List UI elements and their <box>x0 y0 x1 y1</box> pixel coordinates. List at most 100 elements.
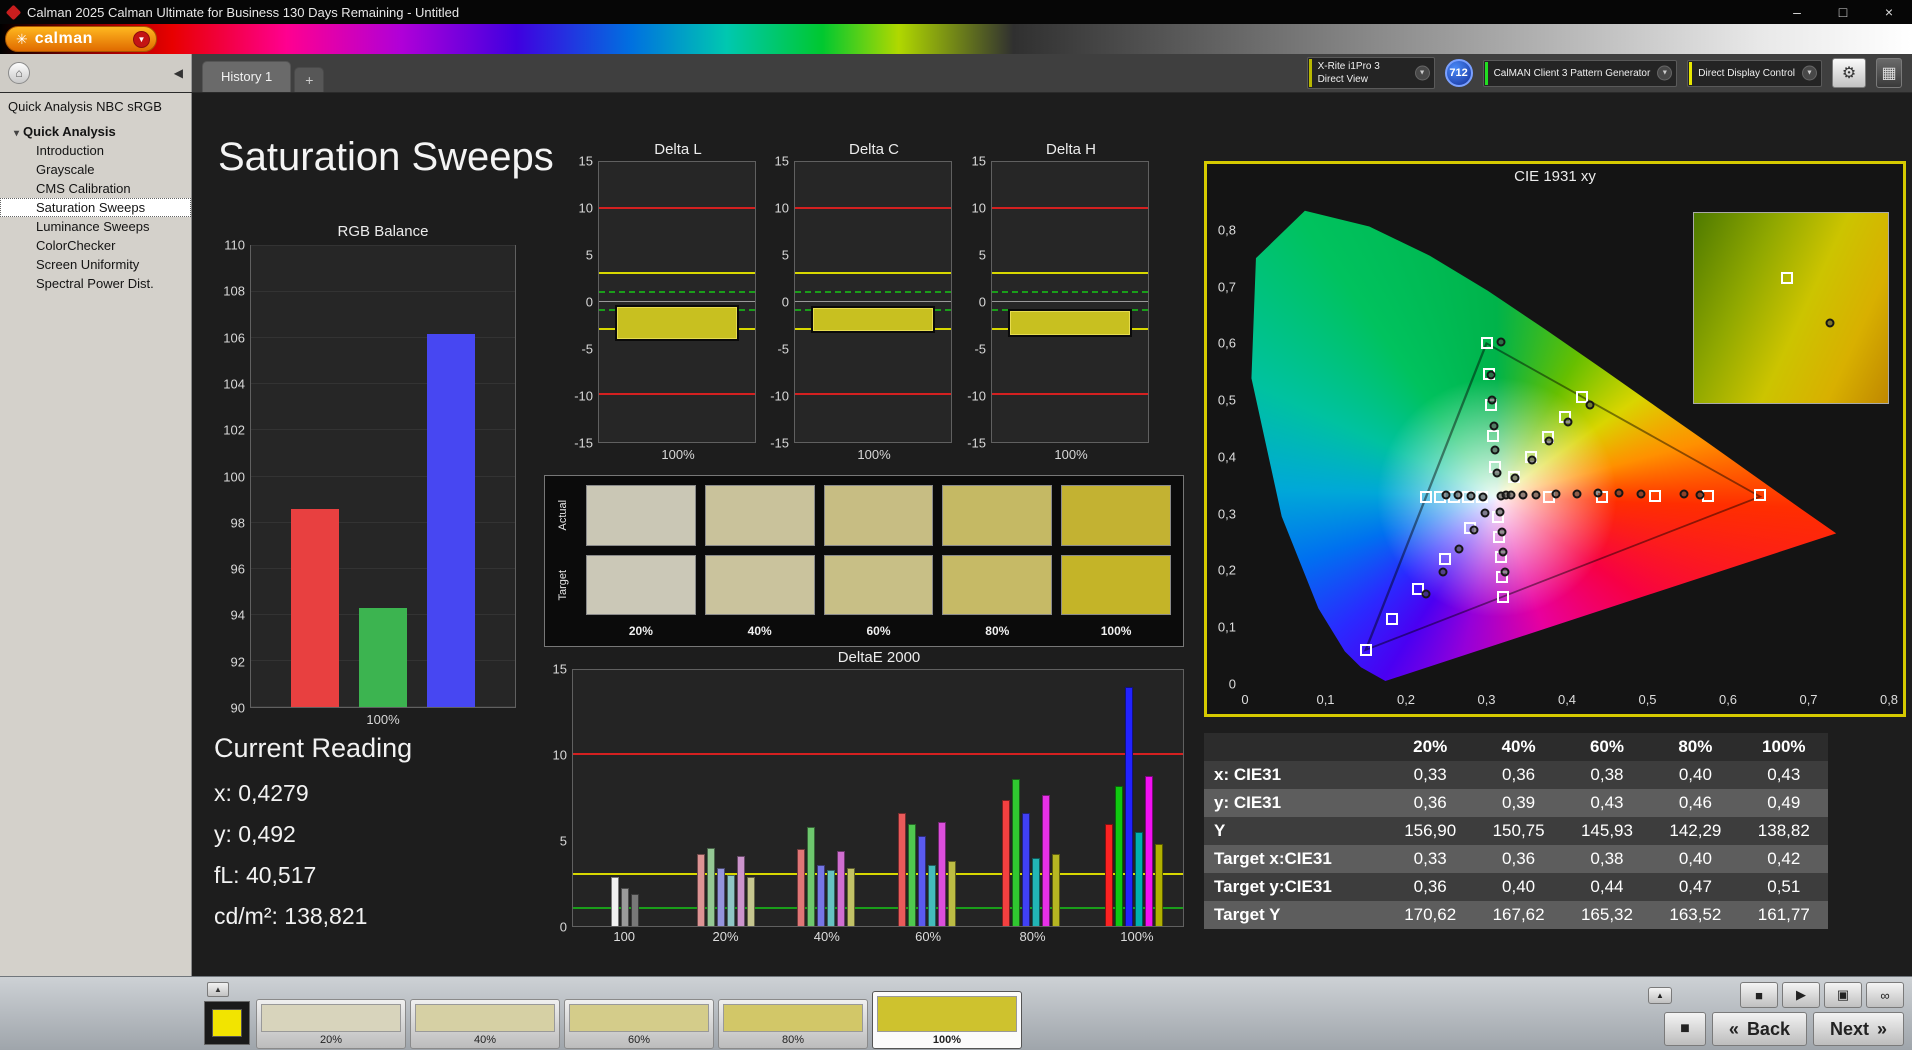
chevron-down-icon[interactable]: ▼ <box>1657 65 1673 81</box>
x-tick-label: 100 <box>613 929 636 944</box>
add-tab-button[interactable]: + <box>294 67 325 92</box>
pattern-patch-20%[interactable]: 20% <box>256 999 406 1049</box>
patch-swatch <box>415 1004 555 1032</box>
reference-line <box>573 753 1183 756</box>
column-header: 100% <box>1762 737 1806 756</box>
sidebar-item-saturation-sweeps[interactable]: Saturation Sweeps <box>0 198 191 217</box>
swatch-target-60% <box>823 554 934 615</box>
pattern-patch-100%[interactable]: 100% <box>872 991 1022 1049</box>
deltae-bar <box>746 876 755 926</box>
next-button[interactable]: Next » <box>1812 1012 1904 1046</box>
tree-root-quick-analysis[interactable]: ▾ Quick Analysis <box>0 122 191 141</box>
sidebar-item-cms-calibration[interactable]: CMS Calibration <box>0 179 191 198</box>
sidebar-item-grayscale[interactable]: Grayscale <box>0 160 191 179</box>
deltae-bar <box>1145 775 1154 926</box>
y-tick-label: 0,6 <box>1217 335 1236 351</box>
current-reading-title: Current Reading <box>214 733 413 763</box>
deltae-bar <box>610 876 619 926</box>
row-label: y: CIE31 <box>1214 793 1282 812</box>
chevron-down-icon[interactable]: ▼ <box>1414 65 1430 81</box>
measurement-dot <box>1593 488 1603 498</box>
expander-icon: ▾ <box>14 128 20 139</box>
measurement-dot <box>1500 567 1510 577</box>
chevron-down-icon[interactable]: ▼ <box>1802 65 1817 81</box>
play-button[interactable]: ▶ <box>1782 982 1820 1008</box>
target-marker <box>1386 613 1399 626</box>
x-axis: 0 0,1 0,2 0,3 0,4 0,5 0,6 0,7 0,8 <box>1241 692 1898 708</box>
y-axis: -15 -10 -5 0 5 10 15 <box>762 155 794 450</box>
measurement-dot <box>1438 567 1448 577</box>
zero-line <box>992 301 1148 302</box>
pattern-patch-60%[interactable]: 60% <box>564 999 714 1049</box>
target-marker <box>1486 429 1499 442</box>
sidebar-item-introduction[interactable]: Introduction <box>0 141 191 160</box>
target-marker <box>1781 271 1794 284</box>
tab-bar: History 1 + X-Rite i1Pro 3 Direct View ▼… <box>192 54 1912 92</box>
delta-l-chart: Delta L -15 -10 -5 0 5 10 15 100% <box>566 141 758 462</box>
cell-value: 0,38 <box>1590 849 1624 868</box>
stop-pattern-button[interactable]: ■ <box>1663 1012 1706 1046</box>
y-tick-label: -5 <box>581 341 593 357</box>
sidebar-item-spectral-power-dist-[interactable]: Spectral Power Dist. <box>0 274 191 293</box>
gridline <box>251 383 515 385</box>
target-marker <box>1420 491 1433 504</box>
y-tick-label: 0,1 <box>1217 619 1236 635</box>
measurement-dot <box>1486 370 1496 380</box>
loop-button[interactable]: ∞ <box>1866 982 1904 1008</box>
measurement-dot <box>1441 490 1451 500</box>
y-tick-label: 5 <box>585 247 593 263</box>
y-tick-label: 0,8 <box>1217 222 1236 238</box>
pattern-status-stripe <box>1484 61 1488 85</box>
x-tick-label: 0,8 <box>1879 692 1899 707</box>
y-tick-label: 10 <box>552 747 567 763</box>
display-control-dropdown[interactable]: Direct Display Control ▼ <box>1687 59 1822 87</box>
pattern-patch-80%[interactable]: 80% <box>718 999 868 1049</box>
active-sample-swatch[interactable] <box>212 1009 242 1037</box>
swatch-row-label: Target <box>557 569 569 601</box>
y-tick-label: 92 <box>230 654 245 670</box>
y-tick-label: 5 <box>978 247 986 263</box>
deltae-bar <box>696 854 705 926</box>
maximize-button[interactable]: □ <box>1820 0 1866 24</box>
y-axis: 0 0,1 0,2 0,3 0,4 0,5 0,6 0,7 0,8 <box>1207 190 1241 691</box>
eject-button[interactable]: ▲ <box>1648 986 1672 1004</box>
tab-history-1[interactable]: History 1 <box>202 61 292 92</box>
deltae-bar <box>817 864 826 926</box>
settings-button[interactable]: ⚙ <box>1832 58 1866 88</box>
deltae-group-100% <box>1105 670 1164 926</box>
sidebar-collapse-button[interactable]: ◀ <box>174 66 183 80</box>
sidebar-item-screen-uniformity[interactable]: Screen Uniformity <box>0 255 191 274</box>
active-sample-panel <box>204 1001 250 1045</box>
calman-menu-button[interactable]: ✳ calman ▼ <box>5 26 157 52</box>
pattern-generator-dropdown[interactable]: CalMAN Client 3 Pattern Generator ▼ <box>1482 59 1678 87</box>
measurement-dot <box>1506 490 1516 500</box>
pattern-patch-40%[interactable]: 40% <box>410 999 560 1049</box>
column-header: 80% <box>1678 737 1713 756</box>
x-tick-label: 0,5 <box>1638 692 1657 707</box>
deltae-bar <box>1115 786 1124 926</box>
reading-x: x: 0,4279 <box>214 780 309 806</box>
cell-value: 142,29 <box>1669 821 1722 840</box>
close-button[interactable]: × <box>1866 0 1912 24</box>
layout-button[interactable]: ▦ <box>1876 58 1902 88</box>
cell-value: 0,51 <box>1767 877 1801 896</box>
y-tick-label: -5 <box>777 341 789 357</box>
meter-dropdown[interactable]: X-Rite i1Pro 3 Direct View ▼ <box>1306 57 1435 89</box>
sidebar-item-colorchecker[interactable]: ColorChecker <box>0 236 191 255</box>
sidebar-item-luminance-sweeps[interactable]: Luminance Sweeps <box>0 217 191 236</box>
stop-button[interactable]: ■ <box>1740 982 1778 1008</box>
home-button[interactable]: ⌂ <box>8 62 30 84</box>
cell-value: 0,33 <box>1413 849 1447 868</box>
measurement-dot <box>1489 421 1499 431</box>
reference-line <box>599 290 755 293</box>
pattern-eject-button[interactable]: ▲ <box>207 982 229 997</box>
patch-label: 20% <box>319 1034 343 1046</box>
save-button[interactable]: ▣ <box>1824 982 1862 1008</box>
y-tick-label: -10 <box>967 388 986 404</box>
minimize-button[interactable]: – <box>1774 0 1820 24</box>
back-button[interactable]: « Back <box>1711 1012 1807 1046</box>
reference-line <box>992 206 1148 209</box>
y-tick-label: 102 <box>223 422 245 438</box>
x-tick-label: 0,3 <box>1477 692 1496 707</box>
